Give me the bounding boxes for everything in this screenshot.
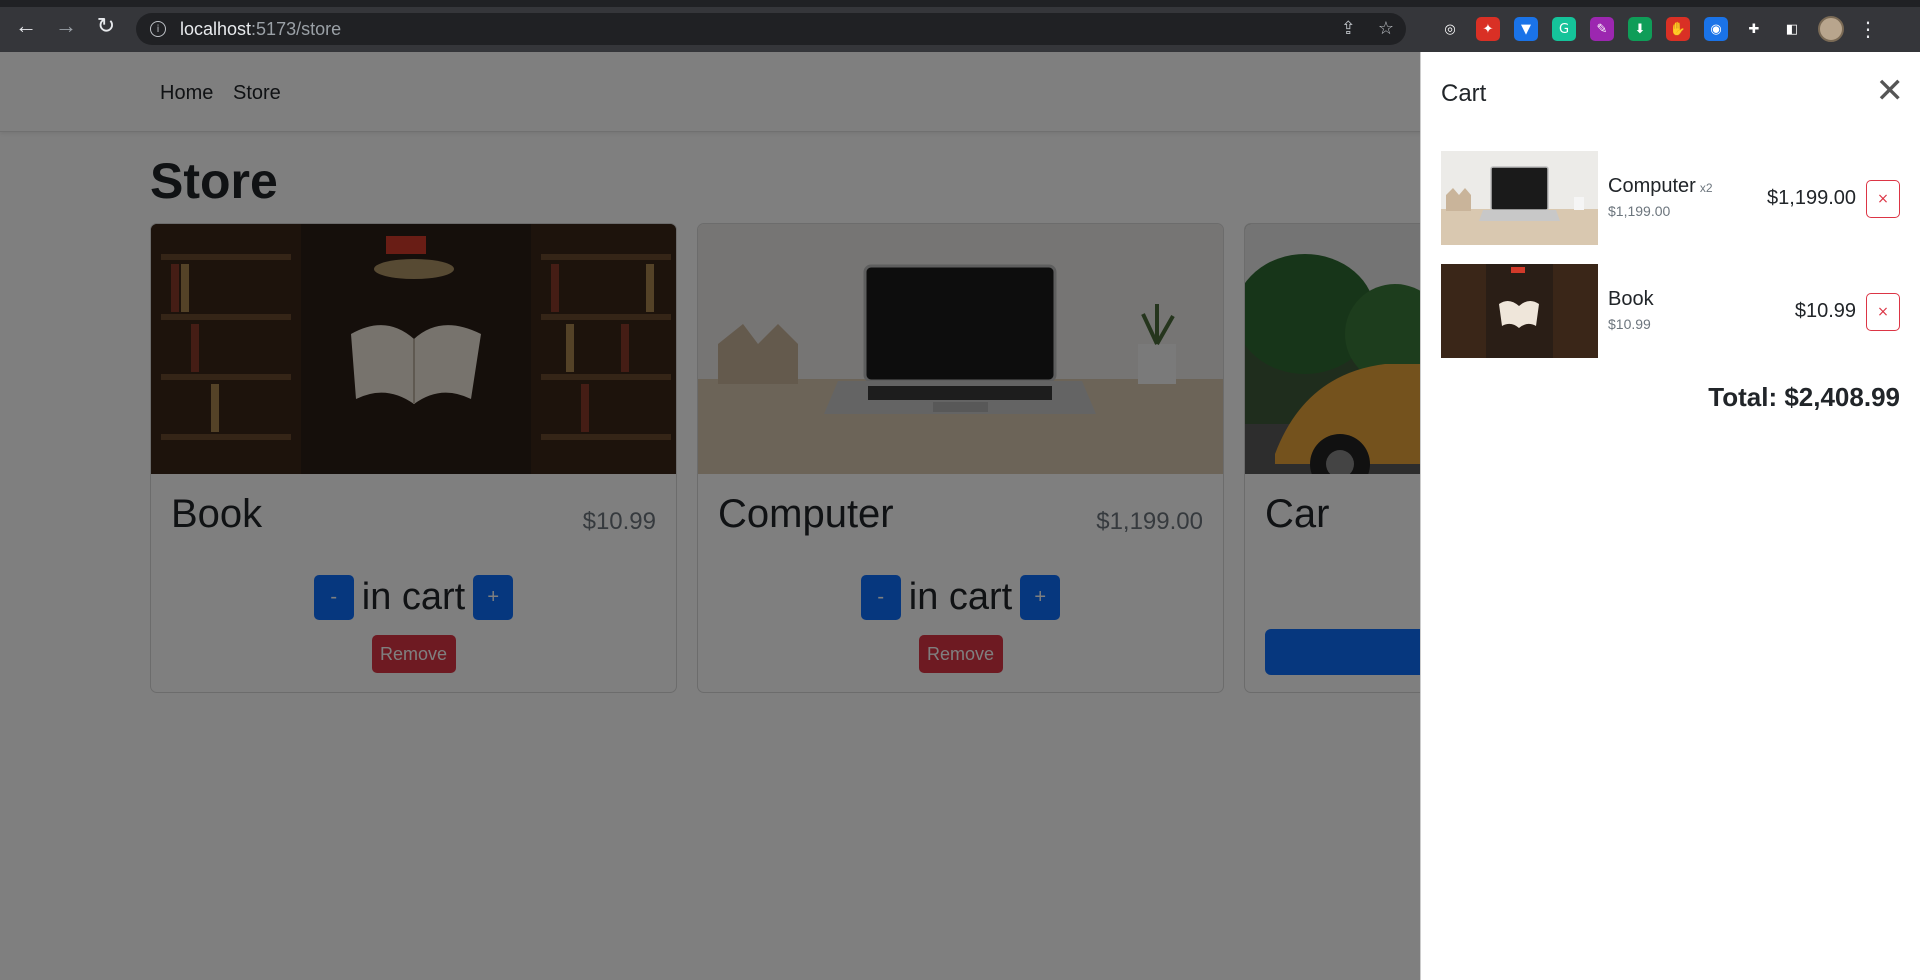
target-extension-icon[interactable]: ◎ [1438,17,1462,41]
browser-menu-icon[interactable]: ⋮ [1858,17,1878,42]
red-game-extension-icon[interactable]: ✦ [1476,17,1500,41]
screen-capture-extension-icon[interactable]: ◉ [1704,17,1728,41]
browser-toolbar: ← → ↻ i localhost:5173/store ⇪ ☆ ◎ ✦ ▼ G ✎ ⬇ ✋… [0,0,1920,52]
offcanvas-backdrop[interactable] [0,52,1420,980]
cart-item-total: $1,199.00 [1767,187,1856,209]
book-thumbnail [1441,264,1598,358]
extensions-bar: ◎ ✦ ▼ G ✎ ⬇ ✋ ◉ ✚ ◧ ⋮ [1438,16,1878,42]
computer-thumbnail [1441,151,1598,245]
grammarly-extension-icon[interactable]: G [1552,17,1576,41]
green-download-extension-icon[interactable]: ⬇ [1628,17,1652,41]
site-info-icon[interactable]: i [150,21,166,37]
cart-item-book: Book $10.99 $10.99 × [1441,264,1900,358]
cart-title: Cart [1441,80,1487,107]
url-text[interactable]: localhost:5173/store [180,19,341,40]
reload-icon[interactable]: ↻ [94,13,118,38]
cart-item-name: Computer x2 [1608,175,1713,198]
puzzle-extensions-icon[interactable]: ✚ [1742,17,1766,41]
url-path: :5173/store [251,18,342,39]
cart-item-computer: Computer x2 $1,199.00 $1,199.00 × [1441,151,1900,245]
cart-item-remove-button[interactable]: × [1866,180,1900,218]
profile-avatar[interactable] [1818,16,1844,42]
cart-item-name-text: Book [1608,288,1654,310]
cart-item-remove-button[interactable]: × [1866,293,1900,331]
purple-pipette-extension-icon[interactable]: ✎ [1590,17,1614,41]
cart-item-unit-price: $10.99 [1608,316,1651,332]
share-icon[interactable]: ⇪ [1341,18,1356,39]
side-panel-icon[interactable]: ◧ [1780,17,1804,41]
forward-arrow-icon[interactable]: → [54,13,78,38]
cart-item-total: $10.99 [1794,300,1856,322]
cart-item-name: Book [1608,288,1654,311]
cart-offcanvas: Cart ✕ Computerx2 $1,199.00 $1,199.00 × [1420,52,1920,980]
back-arrow-icon[interactable]: ← [14,13,38,38]
cart-item-name-text: Computer [1608,175,1696,197]
cart-item-unit-price: $1,199.00 [1608,203,1671,219]
vpn-shield-extension-icon[interactable]: ▼ [1514,17,1538,41]
cart-total: Total: $2,408.99 [1708,382,1900,412]
bookmark-star-icon[interactable]: ☆ [1378,18,1394,39]
cart-item-quantity: x2 [1699,181,1713,195]
red-stop-hand-extension-icon[interactable]: ✋ [1666,17,1690,41]
address-bar[interactable]: i localhost:5173/store ⇪ ☆ [136,13,1406,45]
close-icon[interactable]: ✕ [1876,74,1905,108]
url-host: localhost [180,18,252,39]
tab-strip-edge [0,0,1920,7]
